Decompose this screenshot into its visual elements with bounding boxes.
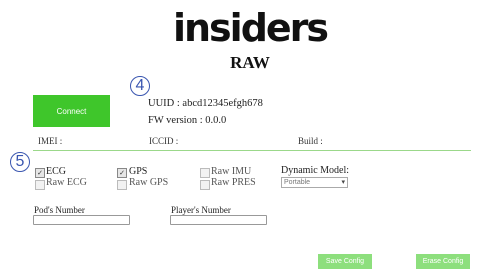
- dynamic-model-select[interactable]: Portable ▾: [281, 177, 348, 188]
- raw-pres-label: Raw PRES: [211, 177, 256, 188]
- raw-pres-checkbox[interactable]: [200, 180, 210, 190]
- ecg-label: ECG: [46, 166, 66, 177]
- raw-ecg-checkbox[interactable]: [35, 180, 45, 190]
- chevron-down-icon: ▾: [341, 179, 345, 186]
- fw-version-row: FW version : 0.0.0: [148, 115, 226, 126]
- build-label: Build :: [298, 136, 323, 146]
- raw-gps-checkbox[interactable]: [117, 180, 127, 190]
- raw-gps-label: Raw GPS: [129, 177, 169, 188]
- raw-ecg-label: Raw ECG: [46, 177, 87, 188]
- fw-version-label: FW version :: [148, 115, 203, 126]
- uuid-label: UUID :: [148, 98, 180, 109]
- erase-config-button[interactable]: Erase Config: [416, 254, 470, 269]
- dynamic-model-label: Dynamic Model:: [281, 165, 350, 176]
- page-title: RAW: [230, 53, 270, 72]
- pod-number-label: Pod's Number: [34, 205, 85, 215]
- iccid-label: ICCID :: [149, 136, 179, 146]
- ecg-checkbox[interactable]: ✓: [35, 168, 45, 178]
- raw-imu-label: Raw IMU: [211, 166, 252, 177]
- pod-number-input[interactable]: [33, 215, 130, 225]
- brand-logo: insiders: [172, 6, 329, 50]
- dynamic-model-value: Portable: [284, 179, 311, 186]
- gps-checkbox[interactable]: ✓: [117, 168, 127, 178]
- fw-version-value: 0.0.0: [205, 115, 227, 126]
- connect-button[interactable]: Connect: [33, 95, 110, 127]
- gps-label: GPS: [129, 166, 148, 177]
- section-divider: [33, 150, 471, 151]
- save-config-button[interactable]: Save Config: [318, 254, 372, 269]
- uuid-row: UUID : abcd12345efgh678: [148, 98, 263, 109]
- player-number-input[interactable]: [170, 215, 267, 225]
- step-marker-5: 5: [10, 152, 30, 172]
- raw-imu-checkbox[interactable]: [200, 168, 210, 178]
- step-marker-4: 4: [130, 76, 150, 96]
- imei-label: IMEI :: [38, 136, 63, 146]
- player-number-label: Player's Number: [171, 205, 231, 215]
- uuid-value: abcd12345efgh678: [182, 98, 263, 109]
